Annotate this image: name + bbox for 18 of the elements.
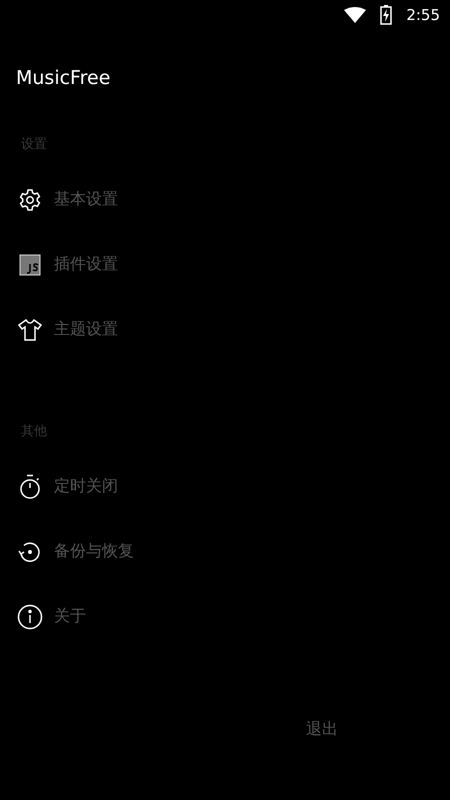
status-time: 2:55 xyxy=(406,6,440,24)
app-title: MusicFree xyxy=(16,67,110,89)
menu-item[interactable]: 定时关闭 xyxy=(0,454,300,519)
shirt-icon xyxy=(17,318,43,342)
menu-item[interactable]: 主题设置 xyxy=(0,297,300,362)
exit-button[interactable]: 退出 xyxy=(298,715,346,744)
info-icon xyxy=(17,604,43,630)
menu-item[interactable]: 备份与恢复 xyxy=(0,519,300,584)
section-header: 设置 xyxy=(21,136,47,153)
wifi-icon xyxy=(344,7,366,23)
settings-icon xyxy=(18,188,42,212)
menu-item[interactable]: 插件设置 xyxy=(0,232,300,297)
battery-charging-icon xyxy=(380,5,392,25)
menu-item[interactable]: 关于 xyxy=(0,584,300,649)
section-header: 其他 xyxy=(21,423,47,440)
stopwatch-icon xyxy=(18,474,42,500)
menu-item[interactable]: 基本设置 xyxy=(0,167,300,232)
js-icon xyxy=(19,254,41,276)
